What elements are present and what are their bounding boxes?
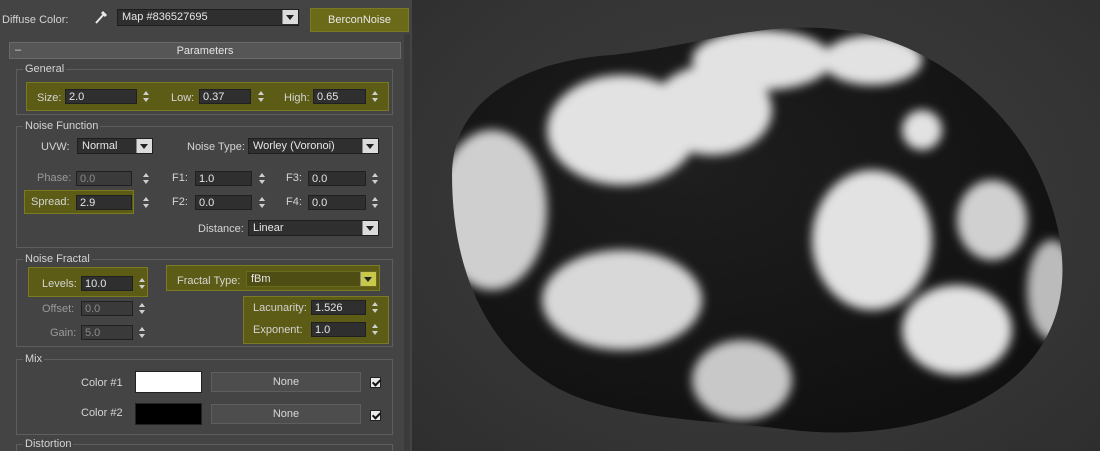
f4-input[interactable]: 0.0 [308, 195, 366, 210]
distortion-group: Distortion [16, 438, 393, 451]
diffuse-color-label: Diffuse Color: [2, 14, 69, 26]
rollout-title: Parameters [176, 45, 234, 57]
render-preview-viewport[interactable] [412, 0, 1100, 451]
size-input[interactable]: 2.0 [65, 89, 137, 104]
phase-spinner-icon[interactable] [141, 171, 150, 186]
f1-input[interactable]: 1.0 [195, 171, 252, 186]
color1-map-label: None [272, 376, 300, 388]
noise-fractal-title: Noise Fractal [23, 253, 92, 266]
noise-sphere-preview [452, 27, 1063, 433]
noise-function-title: Noise Function [23, 120, 101, 133]
offset-spinner-icon[interactable] [137, 301, 146, 316]
material-editor-panel: Diffuse Color: Map #836527695 BerconNois… [0, 0, 412, 451]
gain-input[interactable]: 5.0 [81, 325, 133, 340]
distance-label: Distance: [198, 223, 244, 235]
color1-label: Color #1 [81, 377, 123, 389]
distance-dropdown[interactable]: Linear [248, 220, 379, 236]
eyedropper-icon[interactable] [93, 9, 109, 25]
gain-spinner-icon[interactable] [137, 325, 146, 340]
chevron-down-icon[interactable] [282, 10, 298, 24]
lacunarity-input[interactable]: 1.526 [311, 300, 366, 315]
color1-swatch[interactable] [135, 371, 202, 393]
mix-title: Mix [23, 353, 45, 366]
gain-label: Gain: [50, 327, 77, 339]
f4-label: F4: [286, 196, 302, 208]
color2-swatch[interactable] [135, 403, 202, 425]
color1-enable-checkbox[interactable] [370, 377, 381, 388]
f2-input[interactable]: 0.0 [195, 195, 252, 210]
distance-value: Linear [253, 222, 284, 234]
map-type-button[interactable]: BerconNoise [310, 8, 409, 32]
chevron-down-icon[interactable] [362, 139, 378, 153]
lacunarity-label: Lacunarity: [253, 302, 307, 314]
fractal-type-dropdown[interactable]: fBm [246, 271, 377, 287]
map-type-label: BerconNoise [328, 14, 391, 26]
spread-input[interactable]: 2.9 [76, 195, 132, 210]
parameters-rollout-header[interactable]: – Parameters [9, 42, 401, 59]
lacunarity-spinner-icon[interactable] [370, 300, 379, 315]
exponent-spinner-icon[interactable] [370, 322, 379, 337]
low-input[interactable]: 0.37 [199, 89, 251, 104]
color2-enable-checkbox[interactable] [370, 410, 381, 421]
color2-label: Color #2 [81, 407, 123, 419]
chevron-down-icon[interactable] [136, 139, 152, 153]
f3-input[interactable]: 0.0 [308, 171, 366, 186]
f4-spinner-icon[interactable] [370, 195, 379, 210]
chevron-down-icon[interactable] [360, 272, 376, 286]
spread-spinner-icon[interactable] [141, 195, 150, 210]
f2-spinner-icon[interactable] [257, 195, 266, 210]
low-spinner-icon[interactable] [256, 89, 265, 104]
f1-spinner-icon[interactable] [257, 171, 266, 186]
color2-map-button[interactable]: None [211, 404, 361, 424]
size-spinner-icon[interactable] [141, 89, 150, 104]
map-name-field[interactable]: Map #836527695 [117, 9, 299, 26]
spread-label: Spread: [31, 196, 70, 208]
uvw-dropdown[interactable]: Normal [77, 138, 153, 154]
high-input[interactable]: 0.65 [313, 89, 366, 104]
panel-scrollbar[interactable] [404, 34, 410, 451]
offset-input[interactable]: 0.0 [81, 301, 133, 316]
f2-label: F2: [172, 196, 188, 208]
fractal-type-label: Fractal Type: [177, 275, 241, 287]
noise-type-value: Worley (Voronoi) [253, 140, 335, 152]
color1-map-button[interactable]: None [211, 372, 361, 392]
high-label: High: [284, 92, 310, 104]
noise-type-label: Noise Type: [187, 141, 245, 153]
uvw-label: UVW: [41, 141, 70, 153]
f3-spinner-icon[interactable] [370, 171, 379, 186]
high-spinner-icon[interactable] [370, 89, 379, 104]
phase-input[interactable]: 0.0 [76, 171, 132, 186]
color2-map-label: None [272, 408, 300, 420]
noise-type-dropdown[interactable]: Worley (Voronoi) [248, 138, 379, 154]
uvw-value: Normal [82, 140, 118, 152]
fractal-type-value: fBm [251, 273, 271, 285]
general-title: General [23, 63, 67, 76]
f3-label: F3: [286, 172, 302, 184]
size-label: Size: [37, 92, 62, 104]
f1-label: F1: [172, 172, 188, 184]
exponent-label: Exponent: [253, 324, 303, 336]
levels-label: Levels: [42, 278, 77, 290]
low-label: Low: [171, 92, 195, 104]
map-name-value: Map #836527695 [122, 11, 208, 23]
levels-input[interactable]: 10.0 [81, 276, 133, 291]
offset-label: Offset: [42, 303, 75, 315]
chevron-down-icon[interactable] [362, 221, 378, 235]
distortion-title: Distortion [23, 438, 74, 451]
phase-label: Phase: [37, 172, 72, 184]
exponent-input[interactable]: 1.0 [311, 322, 366, 337]
levels-spinner-icon[interactable] [137, 276, 146, 291]
